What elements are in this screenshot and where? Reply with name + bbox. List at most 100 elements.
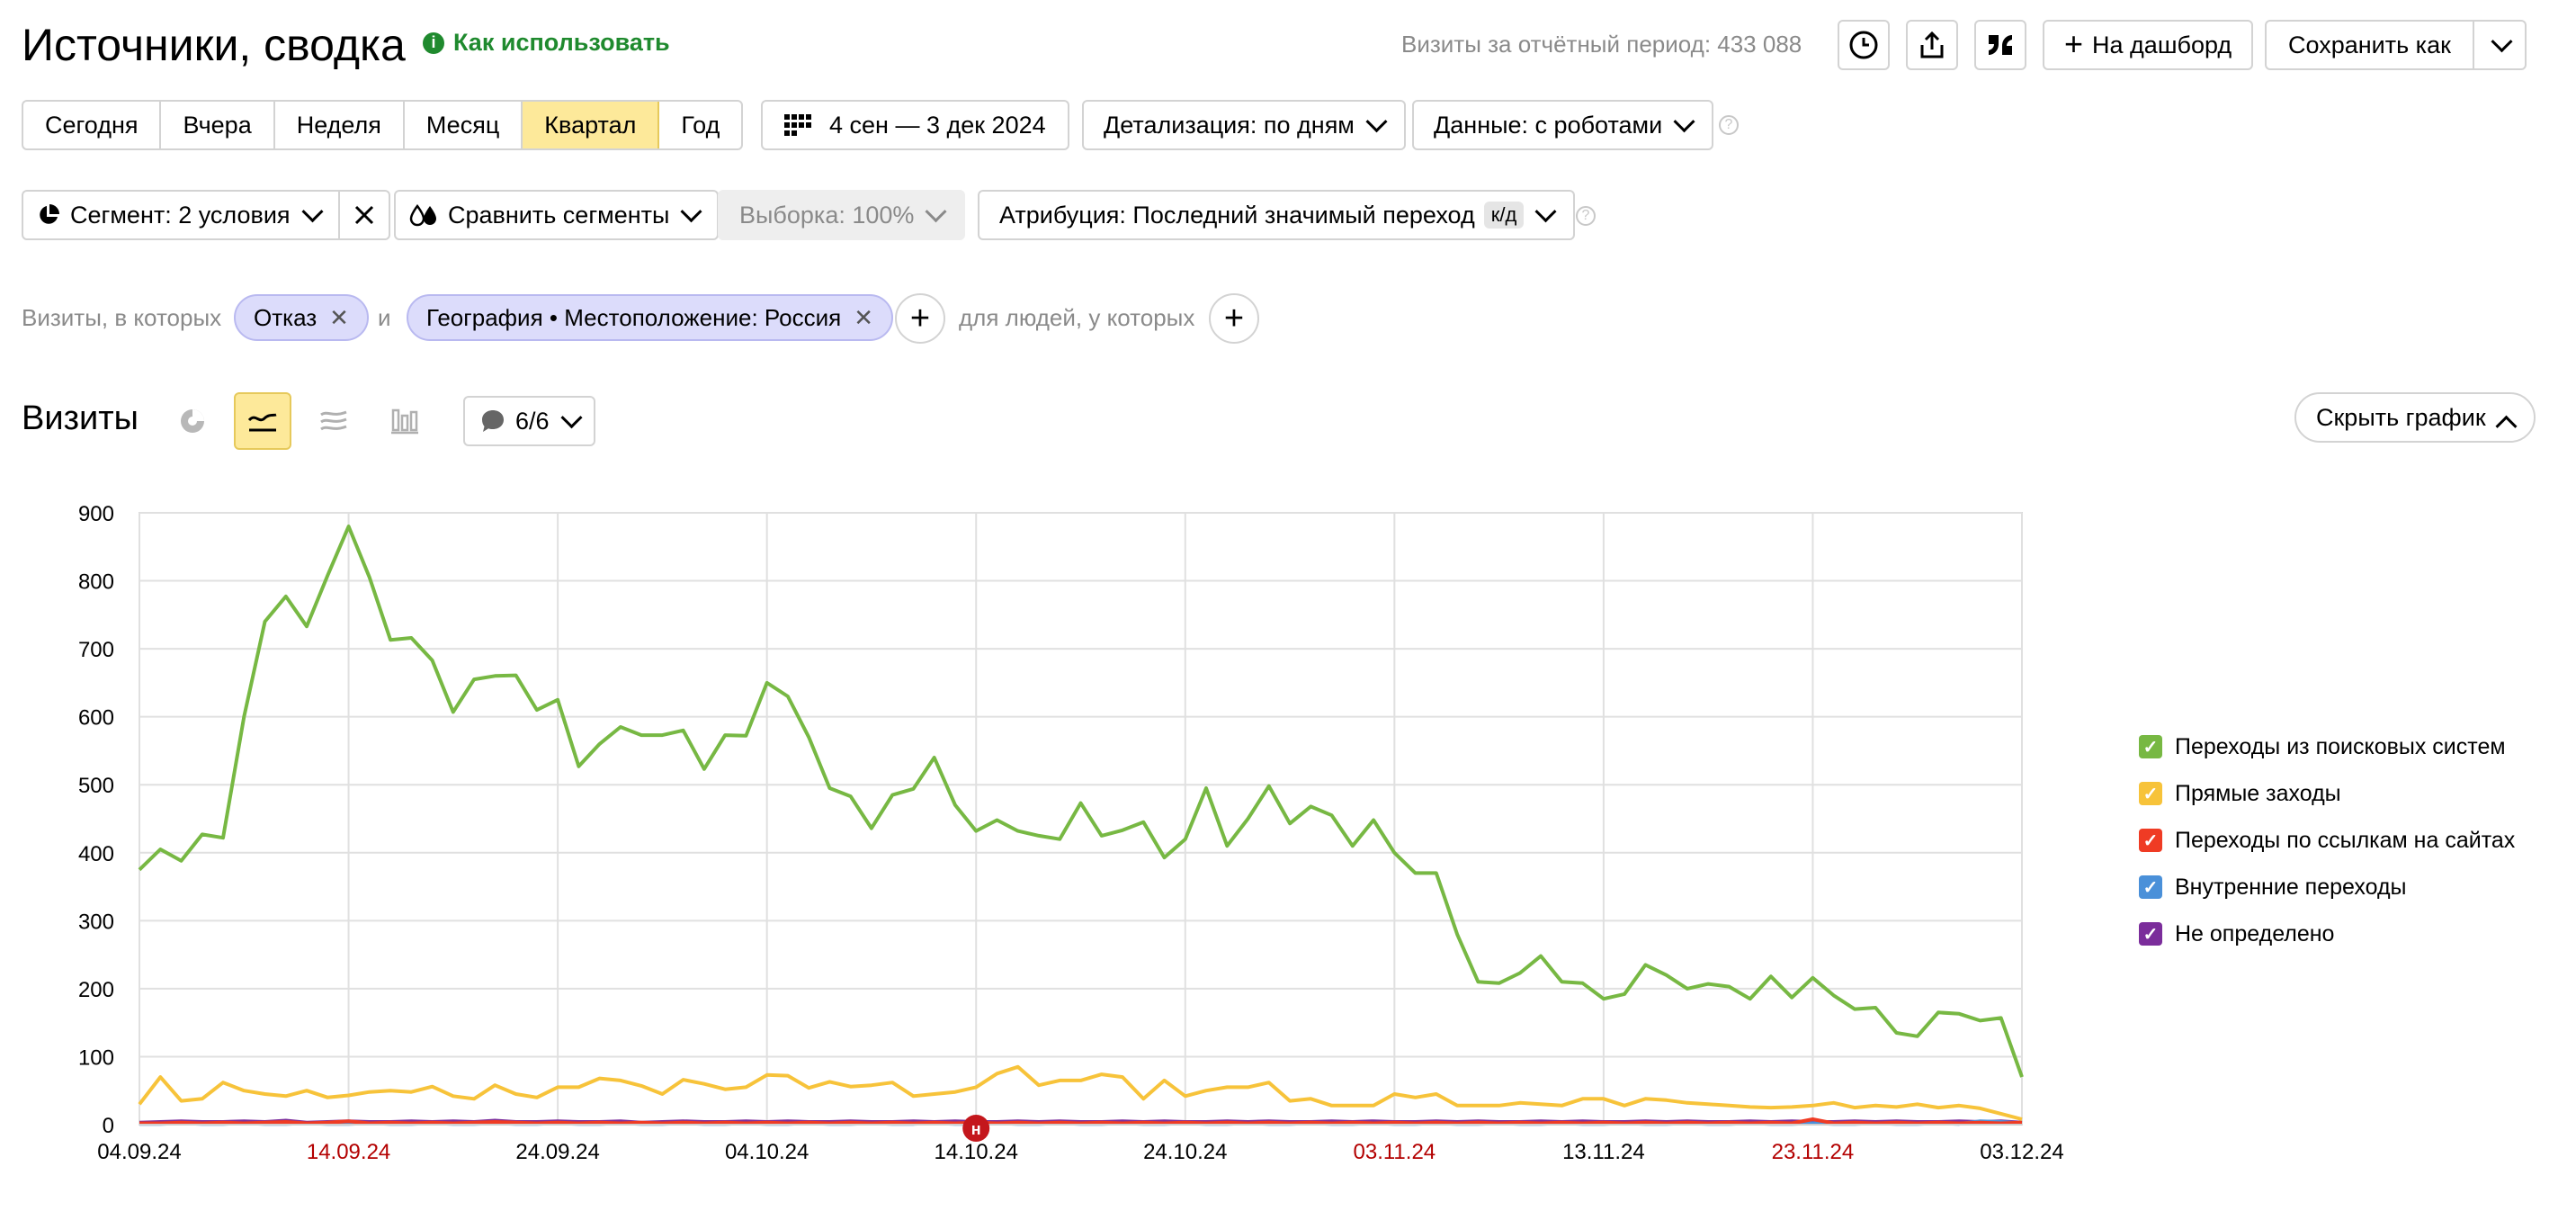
y-tick-label: 300 xyxy=(78,910,114,934)
attribution-dropdown[interactable]: Атрибуция: Последний значимый переход к/… xyxy=(978,190,1576,240)
attribution-badge: к/д xyxy=(1483,202,1525,229)
add-user-condition-button[interactable]: + xyxy=(1209,293,1259,344)
x-tick-label: 24.10.24 xyxy=(1143,1140,1227,1164)
checkbox-icon[interactable]: ✓ xyxy=(2139,922,2162,946)
x-tick-label: 13.11.24 xyxy=(1562,1140,1645,1164)
add-visit-condition-button[interactable]: + xyxy=(895,293,945,344)
period-today[interactable]: Сегодня xyxy=(23,102,162,148)
chevron-down-icon xyxy=(1673,110,1695,132)
history-button[interactable] xyxy=(1838,20,1890,70)
chevron-down-icon xyxy=(2491,30,2513,52)
save-as-dropdown[interactable] xyxy=(2474,22,2525,68)
segment-dropdown[interactable]: Сегмент: 2 условия xyxy=(23,192,340,238)
chevron-down-icon xyxy=(301,200,324,222)
legend-item-internal[interactable]: ✓ Внутренние переходы xyxy=(2139,864,2515,910)
help-icon[interactable]: ? xyxy=(1719,115,1739,135)
chevron-down-icon xyxy=(925,200,947,222)
people-filter-label: для людей, у которых xyxy=(959,304,1195,331)
y-tick-label: 0 xyxy=(103,1114,114,1138)
holiday-marker-label: н xyxy=(971,1120,981,1138)
checkbox-icon[interactable]: ✓ xyxy=(2139,782,2162,805)
filter-conjunction: и xyxy=(378,304,391,331)
export-button[interactable] xyxy=(1906,20,1958,70)
legend-item-links[interactable]: ✓ Переходы по ссылкам на сайтах xyxy=(2139,817,2515,864)
x-tick-label: 03.12.24 xyxy=(1980,1140,2063,1164)
quote-button[interactable] xyxy=(1974,20,2026,70)
y-tick-label: 200 xyxy=(78,978,114,1002)
period-yesterday[interactable]: Вчера xyxy=(161,102,275,148)
save-as-group: Сохранить как xyxy=(2265,20,2527,70)
period-quarter[interactable]: Квартал xyxy=(523,102,660,148)
segment-clear-button[interactable] xyxy=(340,192,389,238)
y-tick-label: 900 xyxy=(78,502,114,526)
share-icon xyxy=(1920,31,1944,58)
x-tick-label: 24.09.24 xyxy=(515,1140,599,1164)
plus-icon: + xyxy=(2064,24,2084,62)
clock-icon xyxy=(1849,31,1878,59)
line-view-button[interactable] xyxy=(234,392,291,450)
filter-prefix: Визиты, в которых xyxy=(22,304,222,331)
filter-chip-bounce[interactable]: Отказ ✕ xyxy=(234,294,369,341)
bar-view-button[interactable] xyxy=(376,392,434,450)
x-tick-label: 14.10.24 xyxy=(935,1140,1018,1164)
legend-item-undefined[interactable]: ✓ Не определено xyxy=(2139,910,2515,957)
y-tick-label: 600 xyxy=(78,706,114,731)
detail-dropdown[interactable]: Детализация: по дням xyxy=(1082,100,1406,150)
visits-summary: Визиты за отчётный период: 433 088 xyxy=(1401,31,1802,58)
period-year[interactable]: Год xyxy=(659,102,741,148)
period-week[interactable]: Неделя xyxy=(275,102,405,148)
y-tick-label: 100 xyxy=(78,1045,114,1070)
x-tick-label: 04.10.24 xyxy=(725,1140,809,1164)
legend-item-direct[interactable]: ✓ Прямые заходы xyxy=(2139,770,2515,817)
sample-dropdown[interactable]: Выборка: 100% xyxy=(718,190,966,240)
close-icon xyxy=(354,205,373,225)
x-tick-label: 14.09.24 xyxy=(307,1140,390,1164)
checkbox-icon[interactable]: ✓ xyxy=(2139,829,2162,852)
help-link[interactable]: i Как использовать xyxy=(423,29,670,57)
compare-segments-button[interactable]: Сравнить сегменты xyxy=(394,190,720,240)
page-title: Источники, сводка xyxy=(22,20,406,70)
area-view-button[interactable] xyxy=(305,392,362,450)
pie-chart-icon xyxy=(181,409,204,433)
chevron-down-icon xyxy=(680,200,702,222)
chevron-down-icon xyxy=(1534,200,1557,222)
close-icon[interactable]: ✕ xyxy=(329,304,349,332)
period-month[interactable]: Месяц xyxy=(405,102,523,148)
filter-chip-geo[interactable]: География • Местоположение: Россия ✕ xyxy=(407,294,893,341)
y-tick-label: 800 xyxy=(78,570,114,595)
x-tick-label: 04.09.24 xyxy=(97,1140,181,1164)
drops-icon xyxy=(409,203,436,227)
checkbox-icon[interactable]: ✓ xyxy=(2139,735,2162,758)
quote-icon xyxy=(1989,35,2012,55)
chevron-down-icon xyxy=(1365,110,1388,132)
segment-group: Сегмент: 2 условия xyxy=(22,190,390,240)
y-tick-label: 400 xyxy=(78,842,114,866)
line-chart-icon xyxy=(247,413,277,432)
stacked-area-icon xyxy=(320,410,347,431)
annotations-dropdown[interactable]: 6/6 xyxy=(463,396,595,446)
pie-view-button[interactable] xyxy=(164,392,221,450)
date-range-button[interactable]: 4 сен — 3 дек 2024 xyxy=(761,100,1069,150)
add-to-dashboard-button[interactable]: + На дашборд xyxy=(2043,20,2254,70)
chart-legend: ✓ Переходы из поисковых систем ✓ Прямые … xyxy=(2139,723,2515,957)
x-tick-label: 23.11.24 xyxy=(1772,1140,1855,1164)
help-icon[interactable]: ? xyxy=(1576,206,1596,226)
visits-line-chart: 0 100 200 300 400 500 600 700 800 900 04.09.24 14.0… xyxy=(78,502,2064,1164)
comment-icon xyxy=(482,410,504,432)
y-tick-label: 700 xyxy=(78,638,114,662)
period-selector: Сегодня Вчера Неделя Месяц Квартал Год xyxy=(22,100,744,150)
data-mode-dropdown[interactable]: Данные: с роботами xyxy=(1412,100,1714,150)
pie-chart-icon xyxy=(40,204,59,224)
plot-area xyxy=(139,512,2023,1126)
bar-chart-icon xyxy=(391,408,418,435)
checkbox-icon[interactable]: ✓ xyxy=(2139,875,2162,899)
chevron-up-icon xyxy=(2495,415,2518,437)
save-as-button[interactable]: Сохранить как xyxy=(2267,22,2474,68)
chart-title: Визиты xyxy=(22,399,139,437)
legend-item-search[interactable]: ✓ Переходы из поисковых систем xyxy=(2139,723,2515,770)
y-tick-label: 500 xyxy=(78,774,114,798)
close-icon[interactable]: ✕ xyxy=(854,304,873,332)
hide-chart-button[interactable]: Скрыть график xyxy=(2294,392,2536,443)
info-icon: i xyxy=(423,31,444,54)
chevron-down-icon xyxy=(560,406,583,428)
